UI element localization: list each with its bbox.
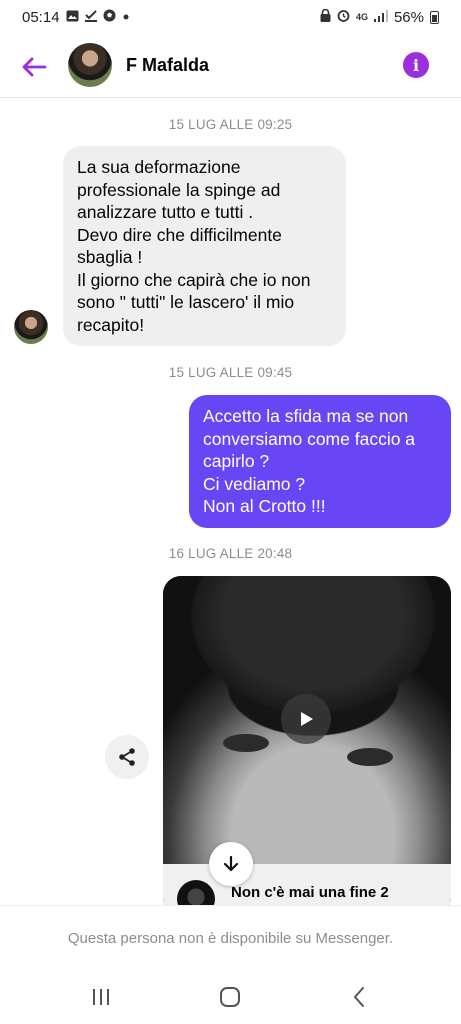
message-line: conversiamo come faccio a xyxy=(203,428,416,449)
unavailable-notice: Questa persona non è disponibile su Mess… xyxy=(67,930,394,947)
video-attachment[interactable]: Non c'è mai una fine 2 xyxy=(163,576,451,916)
system-nav-bar xyxy=(0,970,461,1024)
info-icon: i xyxy=(412,55,420,75)
timestamp: 15 LUG ALLE 09:25 xyxy=(168,117,293,132)
download-button[interactable] xyxy=(209,842,253,886)
back-button[interactable] xyxy=(18,51,50,83)
outgoing-message-bubble[interactable]: Accetto la sfida ma se non conversiamo c… xyxy=(189,395,451,528)
contact-avatar[interactable] xyxy=(68,43,112,87)
battery-icon xyxy=(430,10,439,24)
composer-area: Questa persona non è disponibile su Mess… xyxy=(0,905,461,971)
lock-icon xyxy=(320,8,331,25)
video-title: Non c'è mai una fine 2 xyxy=(231,884,389,901)
info-button[interactable]: i xyxy=(403,52,429,78)
share-button[interactable] xyxy=(105,735,149,779)
message-line: analizzare tutto e tutti . xyxy=(77,202,254,222)
message-line: recapito! xyxy=(77,314,145,335)
download-done-icon xyxy=(84,9,97,25)
video-thumbnail[interactable] xyxy=(163,576,451,864)
home-icon xyxy=(220,987,240,1007)
signal-icon xyxy=(373,9,388,25)
video-thumbnail-eye xyxy=(347,748,393,766)
dot-icon xyxy=(122,10,130,24)
back-nav-button[interactable] xyxy=(344,984,374,1010)
recent-apps-icon xyxy=(93,989,109,1005)
message-line: La sua deformazione xyxy=(77,157,241,177)
play-icon xyxy=(301,712,313,726)
timestamp: 16 LUG ALLE 20:48 xyxy=(168,546,293,561)
network-label: 4G xyxy=(355,12,368,22)
download-icon xyxy=(223,855,239,872)
message-line: professionale la spinge ad xyxy=(77,179,281,200)
battery-percent: 56% xyxy=(393,8,424,26)
chevron-left-icon xyxy=(354,987,364,1007)
contact-name[interactable]: F Mafalda xyxy=(126,55,209,76)
incoming-message-bubble[interactable]: La sua deformazione professionale la spi… xyxy=(63,146,346,346)
alarm-icon xyxy=(337,9,350,25)
share-icon xyxy=(119,748,135,766)
timestamp: 15 LUG ALLE 09:45 xyxy=(168,365,293,380)
soccer-icon xyxy=(103,9,116,25)
message-line: Non al Crotto !!! xyxy=(203,496,326,516)
message-line: Devo dire che difficilmente xyxy=(77,224,282,245)
play-button[interactable] xyxy=(281,694,331,744)
sender-avatar[interactable] xyxy=(14,310,48,344)
video-thumbnail-eye xyxy=(223,734,269,752)
gallery-icon xyxy=(66,10,79,25)
message-line: capirlo ? xyxy=(203,451,270,471)
message-line: sono " tutti" le lascero' il mio xyxy=(77,292,295,312)
status-time: 05:14 xyxy=(22,8,60,26)
message-line: Ci vediamo ? xyxy=(203,473,306,494)
arrow-left-icon xyxy=(22,57,47,77)
message-line: Il giorno che capirà che io non xyxy=(77,269,311,290)
status-bar: 05:14 4G 56% xyxy=(0,0,461,34)
home-button[interactable] xyxy=(215,984,245,1010)
message-line: Accetto la sfida ma se non xyxy=(203,406,409,426)
conversation-header: F Mafalda i xyxy=(0,34,461,98)
recent-apps-button[interactable] xyxy=(86,984,116,1010)
message-line: sbaglia ! xyxy=(77,247,143,267)
